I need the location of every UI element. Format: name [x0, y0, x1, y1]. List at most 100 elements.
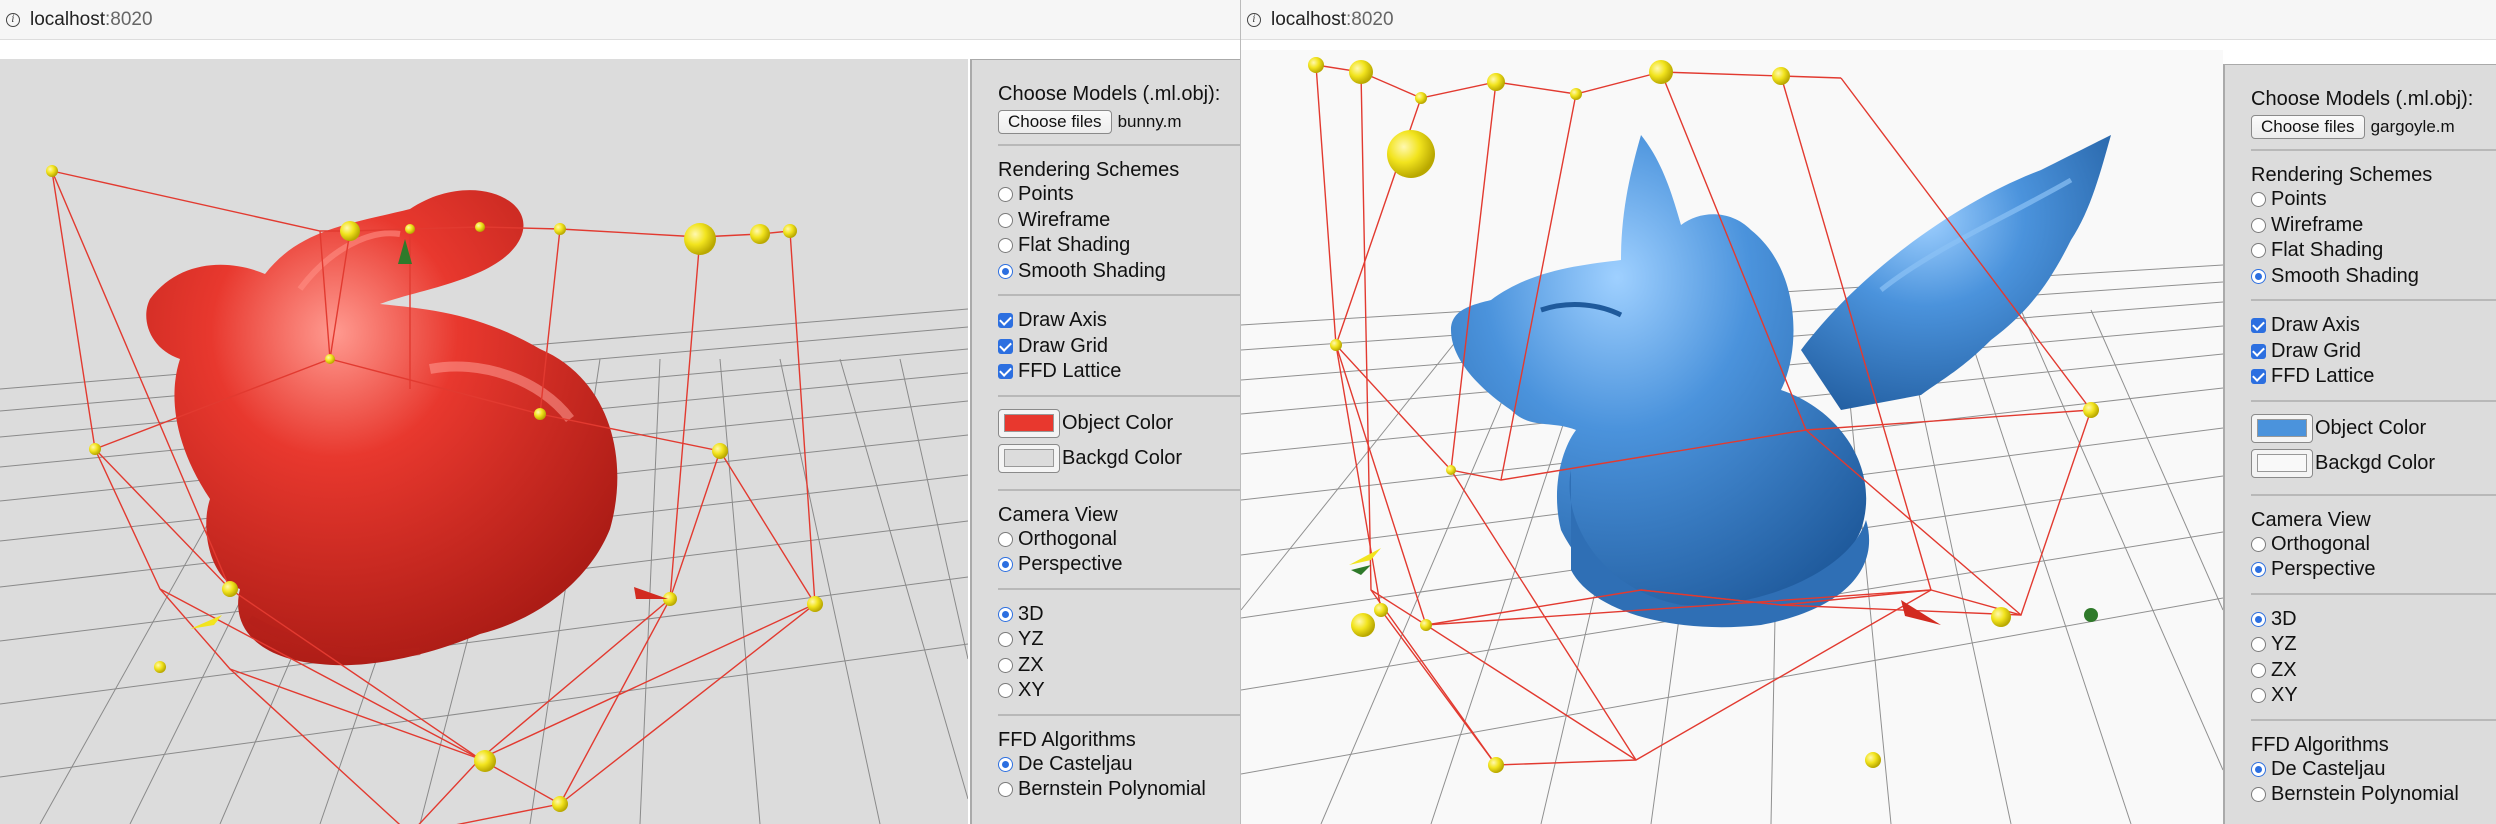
radio-xy[interactable]: XY: [998, 678, 1240, 704]
control-point-icon[interactable]: [712, 443, 728, 459]
render-canvas-bunny[interactable]: [0, 59, 968, 824]
radio-icon[interactable]: [998, 531, 1013, 547]
radio-flat-shading[interactable]: Flat Shading: [2251, 238, 2496, 264]
radio-wireframe[interactable]: Wireframe: [2251, 213, 2496, 239]
radio-icon[interactable]: [2251, 688, 2266, 704]
radio-perspective[interactable]: Perspective: [998, 552, 1240, 578]
render-canvas-gargoyle[interactable]: [1241, 50, 2223, 824]
radio-icon[interactable]: [2251, 662, 2266, 678]
radio-selected-icon[interactable]: [998, 263, 1013, 279]
radio-bernstein[interactable]: Bernstein Polynomial: [2251, 782, 2496, 808]
control-point-icon[interactable]: [1991, 607, 2011, 627]
checkbox-draw-axis[interactable]: Draw Axis: [2251, 313, 2496, 339]
control-point-icon[interactable]: [154, 661, 166, 673]
choose-files-button[interactable]: Choose files: [998, 110, 1112, 134]
control-point-icon[interactable]: [1374, 603, 1388, 617]
object-color-picker[interactable]: [2251, 413, 2313, 443]
radio-de-casteljau[interactable]: De Casteljau: [998, 752, 1240, 778]
address-bar[interactable]: i localhost:8020: [0, 0, 1240, 40]
checkbox-ffd-lattice[interactable]: FFD Lattice: [2251, 364, 2496, 390]
radio-selected-icon[interactable]: [998, 606, 1013, 622]
control-point-icon[interactable]: [1308, 57, 1324, 73]
object-color-picker[interactable]: [998, 408, 1060, 438]
info-icon[interactable]: i: [6, 12, 20, 27]
control-point-icon[interactable]: [325, 354, 335, 364]
control-point-icon[interactable]: [340, 221, 360, 241]
radio-selected-icon[interactable]: [2251, 562, 2266, 578]
control-point-icon[interactable]: [1387, 130, 1435, 178]
radio-icon[interactable]: [998, 632, 1013, 648]
checkbox-checked-icon[interactable]: [2251, 318, 2266, 334]
radio-selected-icon[interactable]: [2251, 611, 2266, 627]
radio-selected-icon[interactable]: [2251, 268, 2266, 284]
checkbox-checked-icon[interactable]: [998, 364, 1013, 380]
control-point-icon[interactable]: [807, 596, 823, 612]
choose-files-button[interactable]: Choose files: [2251, 115, 2365, 139]
control-point-icon[interactable]: [2084, 608, 2098, 622]
control-point-icon[interactable]: [475, 222, 485, 232]
radio-icon[interactable]: [998, 657, 1013, 673]
checkbox-draw-grid[interactable]: Draw Grid: [998, 334, 1240, 360]
control-point-icon[interactable]: [222, 581, 238, 597]
control-point-icon[interactable]: [1488, 757, 1504, 773]
control-point-icon[interactable]: [474, 750, 496, 772]
control-point-icon[interactable]: [534, 408, 546, 420]
radio-icon[interactable]: [998, 782, 1013, 798]
radio-icon[interactable]: [2251, 787, 2266, 803]
control-point-icon[interactable]: [405, 224, 415, 234]
control-point-icon[interactable]: [1420, 619, 1432, 631]
radio-points[interactable]: Points: [2251, 187, 2496, 213]
radio-orthogonal[interactable]: Orthogonal: [2251, 532, 2496, 558]
control-point-icon[interactable]: [1570, 88, 1582, 100]
control-point-icon[interactable]: [554, 223, 566, 235]
radio-selected-icon[interactable]: [998, 756, 1013, 772]
radio-orthogonal[interactable]: Orthogonal: [998, 527, 1240, 553]
radio-smooth-shading[interactable]: Smooth Shading: [998, 259, 1240, 285]
control-point-icon[interactable]: [1351, 613, 1375, 637]
control-point-icon[interactable]: [684, 223, 716, 255]
control-point-icon[interactable]: [1865, 752, 1881, 768]
radio-flat-shading[interactable]: Flat Shading: [998, 233, 1240, 259]
control-point-icon[interactable]: [46, 165, 58, 177]
radio-icon[interactable]: [2251, 192, 2266, 208]
checkbox-draw-axis[interactable]: Draw Axis: [998, 308, 1240, 334]
control-point-icon[interactable]: [1415, 92, 1427, 104]
radio-zx[interactable]: ZX: [2251, 658, 2496, 684]
control-point-icon[interactable]: [2083, 402, 2099, 418]
radio-icon[interactable]: [998, 238, 1013, 254]
checkbox-checked-icon[interactable]: [998, 338, 1013, 354]
control-point-icon[interactable]: [89, 443, 101, 455]
checkbox-checked-icon[interactable]: [998, 313, 1013, 329]
radio-icon[interactable]: [2251, 536, 2266, 552]
control-point-icon[interactable]: [1330, 339, 1342, 351]
radio-xy[interactable]: XY: [2251, 683, 2496, 709]
radio-3d[interactable]: 3D: [998, 602, 1240, 628]
control-point-icon[interactable]: [1349, 60, 1373, 84]
radio-selected-icon[interactable]: [2251, 761, 2266, 777]
radio-icon[interactable]: [998, 187, 1013, 203]
radio-icon[interactable]: [2251, 243, 2266, 259]
background-color-picker[interactable]: [2251, 448, 2313, 478]
checkbox-checked-icon[interactable]: [2251, 369, 2266, 385]
control-point-icon[interactable]: [1772, 67, 1790, 85]
control-point-icon[interactable]: [1649, 60, 1673, 84]
radio-icon[interactable]: [2251, 217, 2266, 233]
control-point-icon[interactable]: [1446, 465, 1456, 475]
address-bar[interactable]: i localhost:8020: [1241, 0, 2496, 40]
info-icon[interactable]: i: [1247, 12, 1261, 27]
radio-perspective[interactable]: Perspective: [2251, 557, 2496, 583]
radio-yz[interactable]: YZ: [998, 627, 1240, 653]
radio-3d[interactable]: 3D: [2251, 607, 2496, 633]
radio-selected-icon[interactable]: [998, 557, 1013, 573]
radio-wireframe[interactable]: Wireframe: [998, 208, 1240, 234]
radio-zx[interactable]: ZX: [998, 653, 1240, 679]
radio-yz[interactable]: YZ: [2251, 632, 2496, 658]
checkbox-ffd-lattice[interactable]: FFD Lattice: [998, 359, 1240, 385]
radio-smooth-shading[interactable]: Smooth Shading: [2251, 264, 2496, 290]
background-color-picker[interactable]: [998, 443, 1060, 473]
radio-icon[interactable]: [998, 683, 1013, 699]
control-point-icon[interactable]: [552, 796, 568, 812]
radio-bernstein[interactable]: Bernstein Polynomial: [998, 777, 1240, 803]
control-point-icon[interactable]: [750, 224, 770, 244]
control-point-icon[interactable]: [783, 224, 797, 238]
